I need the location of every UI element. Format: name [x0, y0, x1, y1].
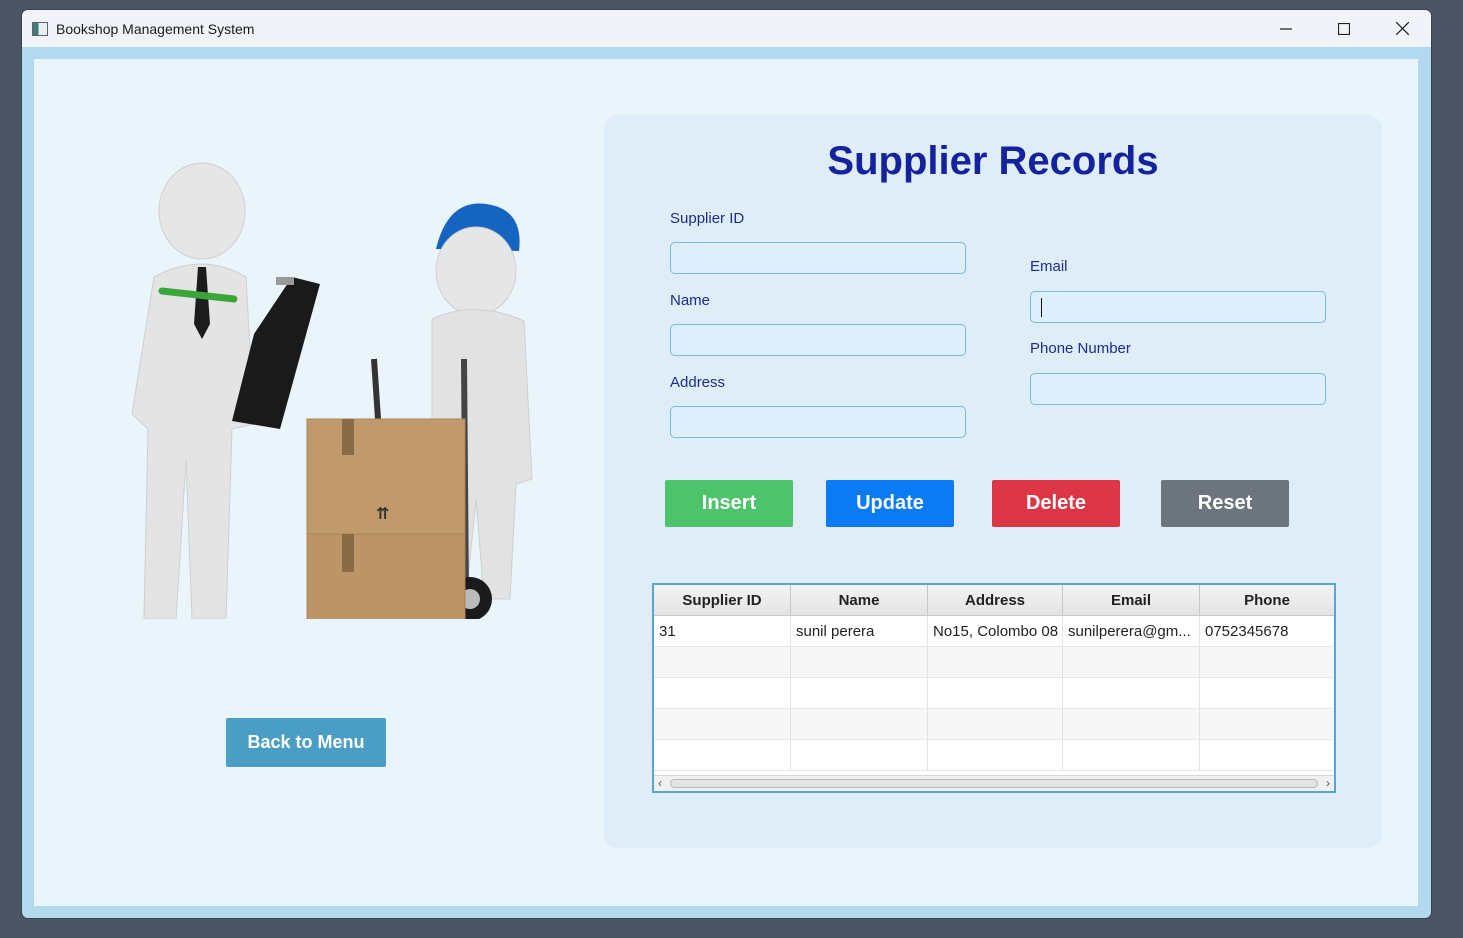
- scroll-left-icon[interactable]: ‹: [658, 776, 662, 790]
- horizontal-scrollbar[interactable]: ‹ ›: [654, 775, 1334, 791]
- window-controls: [1257, 10, 1431, 47]
- table-header: Supplier ID Name Address Email Phone: [654, 585, 1334, 616]
- supplier-form-panel: Supplier Records Supplier ID Name Addres…: [604, 115, 1382, 848]
- app-window: Bookshop Management System ⇈ Back to Men…: [22, 10, 1431, 918]
- email-label: Email: [1030, 258, 1068, 275]
- phone-number-input[interactable]: [1030, 373, 1326, 405]
- insert-button[interactable]: Insert: [665, 480, 793, 527]
- maximize-icon: [1338, 22, 1350, 35]
- update-button[interactable]: Update: [826, 480, 954, 527]
- supplier-table[interactable]: Supplier ID Name Address Email Phone 31 …: [652, 583, 1336, 793]
- text-caret: [1041, 298, 1042, 317]
- column-header-supplier-id[interactable]: Supplier ID: [654, 585, 791, 615]
- name-input[interactable]: [670, 324, 966, 356]
- table-row-empty: [654, 678, 1334, 709]
- back-to-menu-button[interactable]: Back to Menu: [226, 718, 386, 767]
- column-header-email[interactable]: Email: [1063, 585, 1200, 615]
- column-header-phone[interactable]: Phone: [1200, 585, 1334, 615]
- name-label: Name: [670, 292, 711, 309]
- supplier-id-input[interactable]: [670, 242, 966, 274]
- table-cell: 31: [654, 616, 791, 646]
- table-row-empty: [654, 709, 1334, 740]
- delete-button[interactable]: Delete: [992, 480, 1120, 527]
- email-input[interactable]: [1030, 291, 1326, 323]
- delivery-workers-illustration: ⇈ ⇈: [131, 162, 533, 619]
- address-label: Address: [670, 374, 726, 391]
- window-title: Bookshop Management System: [56, 20, 255, 37]
- app-icon: [32, 21, 48, 36]
- column-header-address[interactable]: Address: [928, 585, 1063, 615]
- close-icon: [1395, 22, 1409, 35]
- column-header-name[interactable]: Name: [791, 585, 928, 615]
- table-cell: 0752345678: [1205, 622, 1289, 640]
- page-title: Supplier Records: [827, 139, 1159, 183]
- table-row[interactable]: 31 sunil perera No15, Colombo 08 sunilpe…: [654, 616, 1334, 647]
- scrollbar-thumb[interactable]: [670, 779, 1318, 788]
- supplier-id-label: Supplier ID: [670, 210, 745, 227]
- address-input[interactable]: [670, 406, 966, 438]
- maximize-button[interactable]: [1315, 10, 1373, 47]
- table-cell: sunil perera: [791, 616, 928, 646]
- scroll-right-icon[interactable]: ›: [1326, 776, 1330, 790]
- minimize-icon: [1280, 27, 1292, 30]
- main-content: ⇈ ⇈ Back to Menu Supplier Records Suppli…: [34, 59, 1418, 906]
- table-row-empty: [654, 740, 1334, 771]
- table-cell: sunilperera@gm...: [1063, 616, 1200, 646]
- phone-number-label: Phone Number: [1030, 340, 1131, 357]
- minimize-button[interactable]: [1257, 10, 1315, 47]
- close-button[interactable]: [1373, 10, 1431, 47]
- table-cell: No15, Colombo 08: [928, 616, 1063, 646]
- table-row-empty: [654, 647, 1334, 678]
- reset-button[interactable]: Reset: [1161, 480, 1289, 527]
- title-bar: Bookshop Management System: [22, 10, 1431, 47]
- svg-text:⇈: ⇈: [376, 504, 389, 523]
